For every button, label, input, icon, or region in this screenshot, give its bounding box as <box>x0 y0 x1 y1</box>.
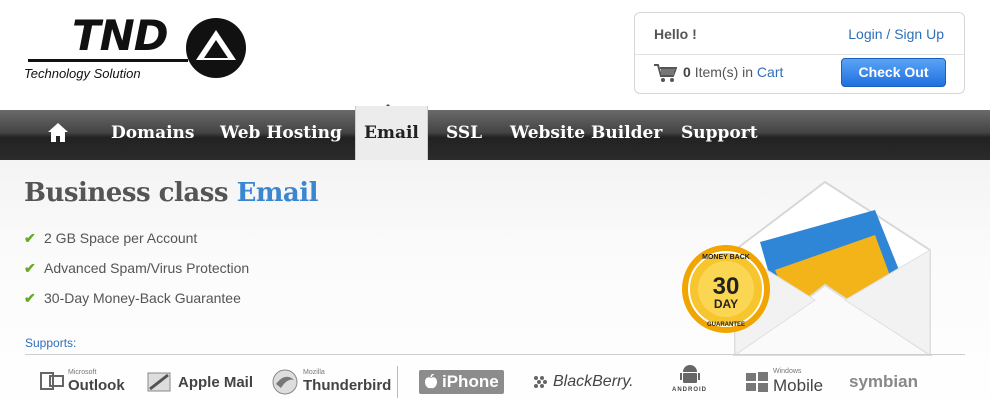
client-name: iPhone <box>442 372 499 391</box>
feature-item: ✔ Advanced Spam/Virus Protection <box>24 260 249 278</box>
feature-text: 30-Day Money-Back Guarantee <box>44 290 241 306</box>
checkout-button[interactable]: Check Out <box>841 58 946 87</box>
login-signup-link[interactable]: Login / Sign Up <box>848 26 944 42</box>
hero-section: Business class Email ✔ 2 GB Space per Acc… <box>0 160 990 415</box>
client-small-text: Windows <box>773 368 802 375</box>
client-name: Apple Mail <box>178 373 254 391</box>
thunderbird-icon <box>272 369 298 395</box>
nav-item-ssl[interactable]: SSL <box>446 110 482 160</box>
client-apple-mail: Apple Mail <box>146 365 253 399</box>
badge-day-text: DAY <box>714 297 738 311</box>
logo-text: TND <box>72 11 169 60</box>
client-name: BlackBerry. <box>553 373 634 390</box>
badge-top-text: MONEY BACK <box>702 254 750 261</box>
cart-items-text: Item(s) in <box>694 64 754 80</box>
money-back-badge: MONEY BACK 30 DAY GUARANTEE <box>682 245 770 333</box>
account-divider <box>635 54 964 55</box>
checkmark-icon: ✔ <box>24 290 36 306</box>
home-icon[interactable] <box>47 122 69 144</box>
account-box: Hello ! Login / Sign Up 0 Item(s) in Car… <box>634 12 965 94</box>
client-blackberry: BlackBerry. <box>533 365 634 399</box>
logo-mark-icon <box>186 18 246 78</box>
client-name: symbian <box>849 372 918 391</box>
client-symbian: symbian <box>849 365 918 399</box>
client-windows-mobile: Windows Mobile <box>745 365 823 399</box>
feature-text: 2 GB Space per Account <box>44 230 198 246</box>
outlook-icon <box>40 372 64 390</box>
hero-title-accent: Email <box>236 178 319 208</box>
client-name: Outlook <box>68 377 125 394</box>
badge-bottom-text: GUARANTEE <box>707 322 745 328</box>
supports-divider <box>25 354 965 355</box>
feature-item: ✔ 2 GB Space per Account <box>24 230 197 248</box>
client-name: ANDROID <box>672 387 707 393</box>
cart-icon[interactable] <box>653 63 677 83</box>
nav-item-web-hosting[interactable]: Web Hosting <box>220 110 342 160</box>
feature-item: ✔ 30-Day Money-Back Guarantee <box>24 290 241 308</box>
logo-tagline: Technology Solution <box>24 66 141 81</box>
cart-summary: 0 Item(s) in Cart <box>683 64 783 80</box>
apple-icon <box>425 374 437 389</box>
nav-item-domains[interactable]: Domains <box>111 110 194 160</box>
logo-underline <box>28 59 188 62</box>
client-thunderbird: Mozilla Thunderbird <box>271 365 391 399</box>
client-separator <box>397 366 398 398</box>
client-name: Thunderbird <box>303 377 392 394</box>
feature-text: Advanced Spam/Virus Protection <box>44 260 250 276</box>
brand-logo[interactable]: TND Technology Solution <box>24 14 254 86</box>
greeting: Hello ! <box>654 26 697 42</box>
nav-item-support[interactable]: Support <box>681 110 758 160</box>
hero-title: Business class Email <box>24 178 319 208</box>
windows-icon <box>746 372 768 392</box>
cart-count: 0 <box>683 64 691 80</box>
client-android: ANDROID <box>672 363 707 397</box>
cart-link[interactable]: Cart <box>757 64 783 80</box>
android-icon <box>679 365 700 383</box>
nav-item-email[interactable]: Email <box>355 106 428 160</box>
client-iphone: iPhone <box>419 370 504 394</box>
client-small-text: Microsoft <box>68 369 97 376</box>
main-nav: Domains Web Hosting Email SSL Website Bu… <box>0 106 990 160</box>
client-outlook: Microsoft Outlook <box>40 365 125 399</box>
nav-item-website-builder[interactable]: Website Builder <box>510 110 662 160</box>
checkmark-icon: ✔ <box>24 230 36 246</box>
client-name: Mobile <box>773 376 824 395</box>
hero-title-prefix: Business class <box>24 178 229 208</box>
blackberry-icon <box>534 376 547 388</box>
client-small-text: Mozilla <box>303 369 325 376</box>
apple-mail-icon <box>147 372 171 392</box>
checkmark-icon: ✔ <box>24 260 36 276</box>
supports-label: Supports: <box>25 336 77 350</box>
badge-number: 30 <box>713 273 740 300</box>
